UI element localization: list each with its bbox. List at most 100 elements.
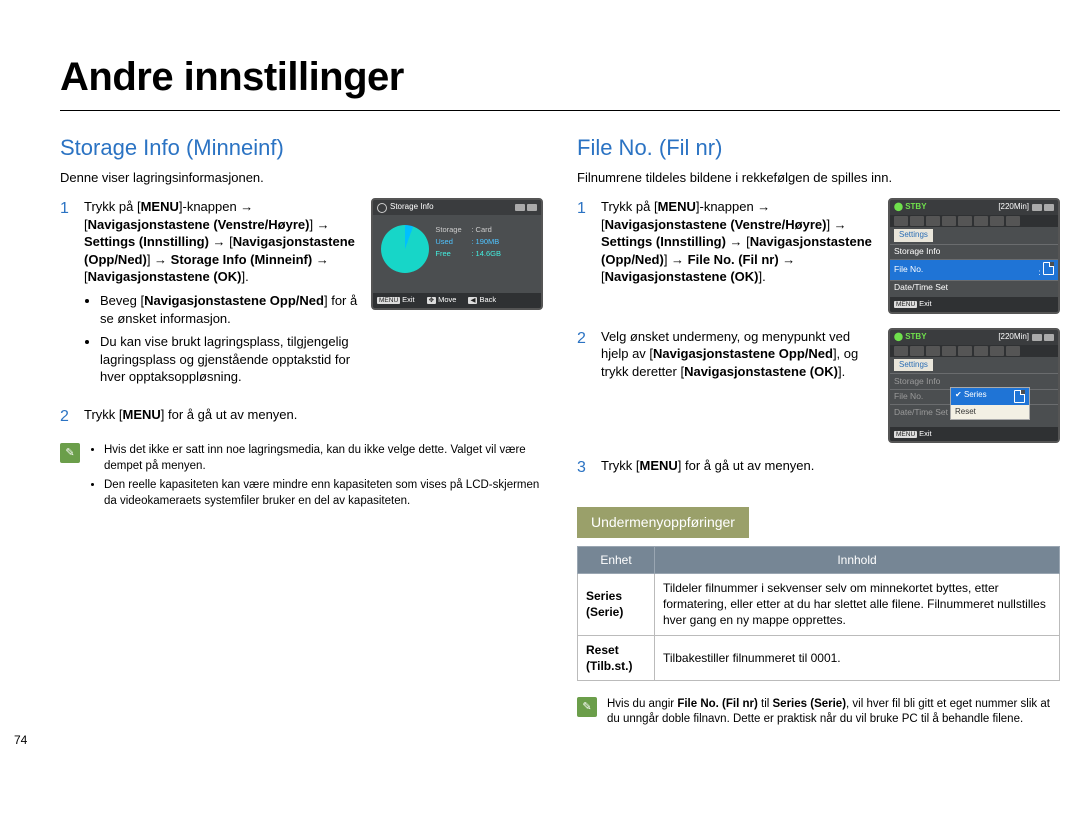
menu-row: Date/Time Set: [890, 280, 1058, 295]
doc-icon: [1043, 262, 1054, 275]
doc-icon: [1014, 390, 1025, 403]
t: Exit: [919, 299, 932, 308]
status-icons: [515, 204, 537, 211]
nav-key-icon: ✥: [427, 297, 436, 304]
t: Exit: [402, 295, 415, 304]
menu-row-selected: File No.:: [890, 259, 1058, 279]
t: Navigasjonstastene (Venstre/Høyre): [88, 217, 310, 232]
rec-time: [220Min]: [998, 202, 1029, 213]
t: MENU: [640, 458, 678, 473]
step-number: 3: [577, 457, 591, 479]
t: ] for å gå ut av menyen.: [161, 407, 298, 422]
t: Free: [435, 249, 471, 259]
stby-indicator: ⬤ STBY: [894, 202, 927, 213]
left-step-1: 1 Trykk på [MENU]-knappen → [Navigasjons…: [60, 198, 543, 391]
note-item: Den reelle kapasiteten kan være mindre e…: [104, 478, 543, 509]
t: ].: [838, 364, 845, 379]
icon-strip: [890, 345, 1058, 357]
th-unit: Enhet: [578, 546, 655, 573]
submenu-popup: ✔ Series Reset: [950, 387, 1030, 421]
t: (Serie): [586, 605, 623, 619]
t: Trykk [: [84, 407, 123, 422]
t: MENU: [141, 199, 179, 214]
t: Move: [438, 295, 456, 304]
t: STBY: [905, 332, 926, 341]
bullet: Beveg [Navigasjonstastene Opp/Ned] for å…: [100, 292, 359, 327]
table-row: Reset (Tilb.st.) Tilbakestiller filnummer…: [578, 635, 1060, 680]
bullet: Du kan vise brukt lagringsplass, tilgjen…: [100, 333, 359, 386]
menu-key: MENU: [894, 301, 917, 308]
note-text: Hvis du angir File No. (Fil nr) til Seri…: [607, 697, 1060, 728]
t: ] →: [147, 252, 171, 267]
right-heading: File No. (Fil nr): [577, 133, 1060, 163]
left-heading: Storage Info (Minneinf): [60, 133, 543, 163]
t: Exit: [919, 429, 932, 438]
t: MENU: [123, 407, 161, 422]
note-icon: ✎: [577, 697, 597, 717]
right-step-3: 3 Trykk [MENU] for å gå ut av menyen.: [577, 457, 1060, 479]
t: Trykk på [: [601, 199, 658, 214]
t: Navigasjonstastene (OK): [88, 269, 242, 284]
t: Navigasjonstastene (OK): [605, 269, 759, 284]
t: → [: [726, 234, 750, 249]
t: Tilbakestiller filnummeret til 0001.: [655, 635, 1060, 680]
submenu-row: Reset: [951, 405, 1029, 420]
note-icon: ✎: [60, 443, 80, 463]
settings-tab: Settings: [894, 229, 933, 242]
t: ] →: [664, 252, 688, 267]
t: STBY: [905, 202, 926, 211]
left-lead: Denne viser lagringsinformasjonen.: [60, 169, 543, 187]
screenshot-storage-info: Storage Info Storage: Card Used: 190MB F…: [371, 198, 543, 310]
storage-legend: Storage: Card Used: 190MB Free: 14.6GB: [435, 225, 501, 261]
th-content: Innhold: [655, 546, 1060, 573]
step-number: 1: [577, 198, 591, 220]
left-column: Storage Info (Minneinf) Denne viser lagr…: [60, 133, 543, 728]
right-column: File No. (Fil nr) Filnumrene tildeles bi…: [577, 133, 1060, 728]
gear-icon: [377, 203, 387, 213]
menu-key: MENU: [377, 297, 400, 304]
step-number: 2: [577, 328, 591, 350]
t: Storage: [435, 225, 471, 235]
note-list: Hvis det ikke er satt inn noe lagringsme…: [90, 443, 543, 513]
right-lead: Filnumrene tildeles bildene i rekkefølge…: [577, 169, 1060, 187]
t: Reset: [586, 643, 619, 657]
screenshot-file-no-menu: ⬤ STBY [220Min] Settings Storage Info: [888, 198, 1060, 314]
status-icons: [1032, 334, 1054, 341]
screen-title: Storage Info: [390, 202, 434, 213]
menu-row: Storage Info: [890, 244, 1058, 259]
t: : 14.6GB: [471, 249, 501, 258]
t: : 190MB: [471, 237, 499, 246]
t: Beveg [: [100, 293, 144, 308]
t: Tildeler filnummer i sekvenser selv om m…: [655, 574, 1060, 636]
t: : Card: [471, 225, 491, 234]
page-title: Andre innstillinger: [60, 50, 1060, 104]
t: Trykk [: [601, 458, 640, 473]
rule: [60, 110, 1060, 111]
t: Settings (Innstilling): [601, 234, 726, 249]
t: ].: [242, 269, 249, 284]
t: Back: [479, 295, 496, 304]
t: Navigasjonstastene (OK): [684, 364, 838, 379]
t: → [: [209, 234, 233, 249]
t: (Tilb.st.): [586, 659, 632, 673]
screenshot-file-no-submenu: ⬤ STBY [220Min] Settings Storage Info: [888, 328, 1060, 444]
t: ] for å gå ut av menyen.: [678, 458, 815, 473]
rec-time: [220Min]: [998, 332, 1029, 343]
table-row: Series(Serie) Tildeler filnummer i sekve…: [578, 574, 1060, 636]
submenu-heading: Undermenyoppføringer: [577, 507, 749, 538]
t: ] →: [309, 217, 329, 232]
t: Navigasjonstastene (Venstre/Høyre): [605, 217, 827, 232]
submenu-row-selected: ✔ Series: [951, 388, 1029, 405]
settings-tab: Settings: [894, 359, 933, 372]
note-item: Hvis det ikke er satt inn noe lagringsme…: [104, 443, 543, 474]
stby-indicator: ⬤ STBY: [894, 332, 927, 343]
page-number: 74: [14, 732, 27, 748]
step-number: 2: [60, 406, 74, 428]
menu-key: MENU: [894, 431, 917, 438]
icon-strip: [890, 215, 1058, 227]
t: Trykk på [: [84, 199, 141, 214]
t: File No. (Fil nr): [688, 252, 779, 267]
right-step-2: 2 Velg ønsket undermeny, og menypunkt ve…: [577, 328, 1060, 444]
t: Navigasjonstastene Opp/Ned: [653, 346, 833, 361]
t: MENU: [658, 199, 696, 214]
